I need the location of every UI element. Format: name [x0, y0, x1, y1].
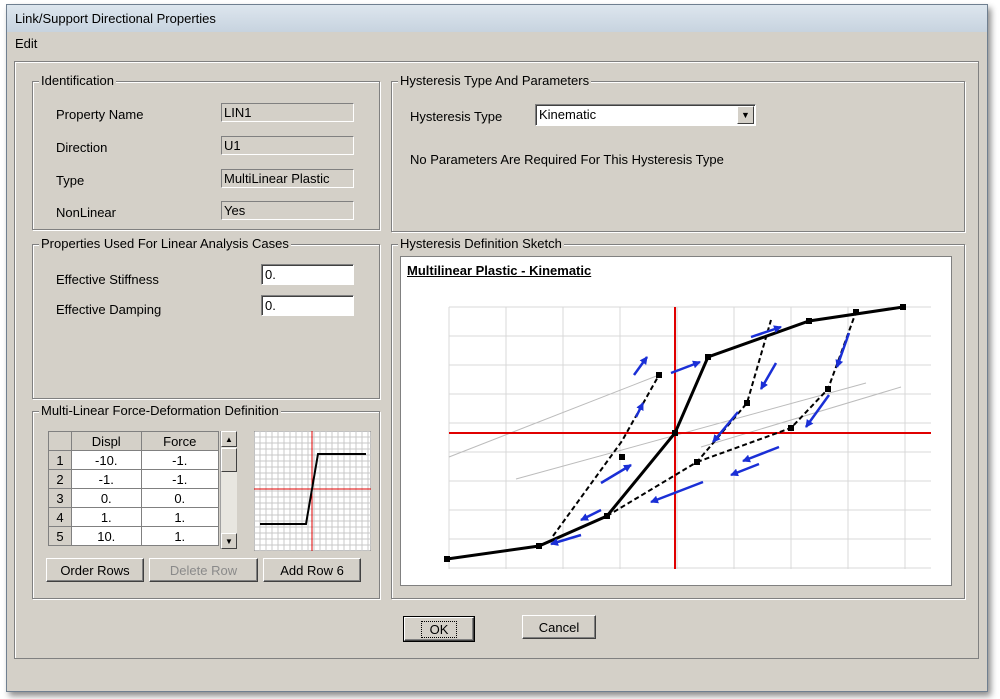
property-name-field: LIN1 — [221, 103, 354, 122]
chevron-down-icon[interactable]: ▼ — [737, 106, 754, 124]
sketch-point-marker — [604, 513, 610, 519]
displ-cell[interactable]: -10. — [71, 450, 142, 470]
direction-arrow-icon — [835, 332, 851, 368]
force-deformation-table[interactable]: Displ Force 1 -10. -1. 2 -1. -1. 3 0. 0. 4 1. 1.… — [48, 431, 220, 546]
displ-column-header: Displ — [71, 431, 142, 451]
sketch-unload-curve — [552, 374, 660, 537]
sketch-point-marker — [444, 556, 450, 562]
row-number: 3 — [48, 488, 72, 508]
force-cell[interactable]: 1. — [140, 507, 220, 527]
dialog-window: Link/Support Directional Properties Edit… — [6, 4, 988, 692]
direction-arrow-icon — [759, 362, 778, 390]
scroll-thumb[interactable] — [221, 448, 237, 472]
title-bar[interactable]: Link/Support Directional Properties — [7, 5, 987, 32]
direction-arrow-icon — [742, 445, 780, 463]
effective-stiffness-input[interactable]: 0. — [261, 264, 354, 285]
identification-group: Identification Property Name LIN1 Direct… — [32, 73, 380, 230]
sketch-point-marker — [672, 430, 678, 436]
row-number-header — [48, 431, 72, 451]
sketch-arrows — [550, 325, 851, 546]
sketch-point-marker — [536, 543, 542, 549]
dialog-body: Identification Property Name LIN1 Direct… — [14, 61, 979, 659]
table-scrollbar[interactable]: ▲ ▼ — [220, 431, 237, 549]
force-cell[interactable]: -1. — [140, 450, 220, 470]
menu-bar: Edit — [7, 32, 987, 54]
table-row[interactable]: 2 -1. -1. — [48, 469, 220, 489]
hysteresis-type-value: Kinematic — [539, 107, 597, 122]
linear-properties-group: Properties Used For Linear Analysis Case… — [32, 236, 380, 399]
hysteresis-note: No Parameters Are Required For This Hyst… — [410, 152, 724, 167]
sketch-point-marker — [788, 425, 794, 431]
identification-title: Identification — [39, 73, 116, 88]
displ-cell[interactable]: 0. — [71, 488, 142, 508]
sketch-point-marker — [825, 386, 831, 392]
multilinear-group: Multi-Linear Force-Deformation Definitio… — [32, 403, 380, 599]
force-column-header: Force — [140, 431, 220, 451]
sketch-point-marker — [694, 459, 700, 465]
direction-arrow-icon — [632, 356, 649, 376]
table-row[interactable]: 1 -10. -1. — [48, 450, 220, 470]
scroll-down-icon[interactable]: ▼ — [221, 533, 237, 549]
menu-edit[interactable]: Edit — [7, 36, 45, 51]
hysteresis-sketch-group: Hysteresis Definition Sketch Multilinear… — [391, 236, 965, 599]
sketch-point-marker — [619, 454, 625, 460]
effective-damping-label: Effective Damping — [56, 302, 162, 317]
cancel-button[interactable]: Cancel — [522, 615, 596, 639]
displ-cell[interactable]: 10. — [71, 526, 142, 546]
table-header-row: Displ Force — [48, 431, 220, 451]
effective-stiffness-label: Effective Stiffness — [56, 272, 159, 287]
hysteresis-type-group: Hysteresis Type And Parameters Hysteresi… — [391, 73, 965, 232]
window-title: Link/Support Directional Properties — [15, 11, 216, 26]
add-row-button[interactable]: Add Row 6 — [263, 558, 361, 582]
hysteresis-sketch-title: Hysteresis Definition Sketch — [398, 236, 564, 251]
row-number: 5 — [48, 526, 72, 546]
direction-label: Direction — [56, 140, 108, 155]
table-row[interactable]: 5 10. 1. — [48, 526, 220, 546]
effective-damping-input[interactable]: 0. — [261, 295, 354, 316]
type-field: MultiLinear Plastic — [221, 169, 354, 188]
displ-cell[interactable]: -1. — [71, 469, 142, 489]
force-cell[interactable]: 0. — [140, 488, 220, 508]
row-number: 2 — [48, 469, 72, 489]
displ-cell[interactable]: 1. — [71, 507, 142, 527]
type-label: Type — [56, 173, 85, 188]
sketch-point-marker — [853, 309, 859, 315]
hysteresis-type-label: Hysteresis Type — [410, 109, 503, 124]
direction-arrow-icon — [600, 463, 632, 485]
sketch-point-marker — [744, 400, 750, 406]
nonlinear-field: Yes — [221, 201, 354, 220]
sketch-grid — [448, 306, 931, 569]
ok-label: OK — [420, 620, 458, 638]
sketch-guide-line — [448, 374, 660, 458]
multilinear-title: Multi-Linear Force-Deformation Definitio… — [39, 403, 281, 418]
sketch-point-marker — [806, 318, 812, 324]
direction-arrow-icon — [730, 462, 760, 477]
scroll-up-icon[interactable]: ▲ — [221, 431, 237, 447]
hysteresis-type-title: Hysteresis Type And Parameters — [398, 73, 592, 88]
hysteresis-type-select[interactable]: Kinematic ▼ — [535, 104, 756, 126]
sketch-unload-curve — [696, 311, 857, 463]
order-rows-button[interactable]: Order Rows — [46, 558, 144, 582]
sketch-point-marker — [900, 304, 906, 310]
sketch-point-marker — [656, 372, 662, 378]
delete-row-button[interactable]: Delete Row — [149, 558, 258, 582]
table-row[interactable]: 4 1. 1. — [48, 507, 220, 527]
hysteresis-sketch-plot — [444, 304, 931, 569]
force-cell[interactable]: 1. — [140, 526, 220, 546]
sketch-canvas: Multilinear Plastic - Kinematic — [400, 256, 952, 586]
sketch-point-marker — [705, 354, 711, 360]
direction-field: U1 — [221, 136, 354, 155]
row-number: 4 — [48, 507, 72, 527]
row-number: 1 — [48, 450, 72, 470]
force-cell[interactable]: -1. — [140, 469, 220, 489]
linear-properties-title: Properties Used For Linear Analysis Case… — [39, 236, 291, 251]
mini-force-deformation-plot — [254, 431, 371, 551]
table-row[interactable]: 3 0. 0. — [48, 488, 220, 508]
property-name-label: Property Name — [56, 107, 144, 122]
nonlinear-label: NonLinear — [56, 205, 116, 220]
direction-arrow-icon — [634, 402, 645, 418]
ok-button[interactable]: OK — [403, 616, 475, 642]
